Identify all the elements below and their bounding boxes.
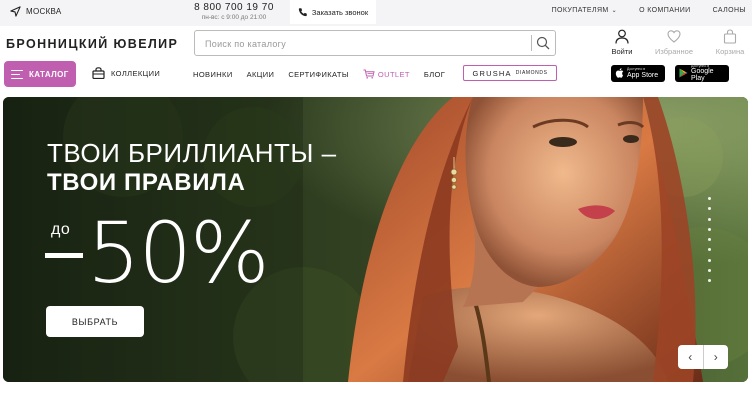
search-input[interactable] [205,37,525,51]
slider-prev-button[interactable]: ‹ [678,345,703,369]
hero-select-button[interactable]: ВЫБРАТЬ [46,306,144,337]
top-nav-customers[interactable]: ПОКУПАТЕЛЯМ ⌄ [552,7,618,14]
outlet-label: OUTLET [377,69,410,79]
google-play-icon [679,68,688,80]
favorites-button[interactable]: Избранное [652,29,696,56]
slider-pagination [708,197,711,283]
menu-icon [11,69,23,79]
app-store-badge[interactable]: Доступно в App Store [611,65,665,82]
slider-dot[interactable] [708,269,711,273]
site-logo[interactable]: БРОННИЦКИЙ ЮВЕЛИР [6,37,178,51]
bag-icon [92,67,105,79]
chevron-down-icon: ⌄ [611,8,618,14]
nav-outlet[interactable]: OUTLET [363,69,410,79]
search-icon[interactable] [536,36,550,50]
search-bar [194,30,556,56]
working-hours: пн-вс: с 9:00 до 21:00 [201,14,267,21]
grusha-diamonds-link[interactable]: GRUSHA DIAMONDS [463,65,557,81]
catalog-button[interactable]: КАТАЛОГ [4,61,76,87]
nav-new[interactable]: НОВИНКИ [193,70,233,79]
grusha-label: GRUSHA [472,68,512,78]
top-bar: МОСКВА 8 800 700 19 70 пн-вс: с 9:00 до … [0,0,752,26]
user-icon [615,29,629,44]
slider-dot[interactable] [708,207,711,211]
collections-link[interactable]: КОЛЛЕКЦИИ [92,67,160,79]
slider-dot[interactable] [708,217,711,221]
collections-label: КОЛЛЕКЦИИ [111,68,161,78]
hero-headline-line2: ТВОИ ПРАВИЛА [47,169,246,196]
slider-next-button[interactable]: › [702,345,729,369]
app-store-label: App Store [627,71,659,79]
nav-blog[interactable]: БЛОГ [424,70,445,79]
login-button[interactable]: Войти [600,29,644,56]
top-nav: ПОКУПАТЕЛЯМ ⌄ О КОМПАНИИ САЛОНЫ [552,7,746,14]
hero-discount: 50% [45,204,270,302]
main-nav: НОВИНКИ АКЦИИ СЕРТИФИКАТЫ OUTLET БЛОГ [193,69,459,79]
hero-headline-line1: ТВОИ БРИЛЛИАНТЫ – [47,138,337,168]
nav-promo[interactable]: АКЦИИ [247,70,275,79]
phone-block[interactable]: 8 800 700 19 70 пн-вс: с 9:00 до 21:00 [190,2,278,22]
slider-dot[interactable] [708,258,711,262]
grusha-sub-label: DIAMONDS [515,70,548,76]
location-arrow-icon [10,6,21,17]
slider-arrows: ‹ › [678,345,728,369]
apple-icon [615,67,624,80]
callback-label: Заказать звонок [311,7,369,17]
search-divider [531,35,532,51]
callback-button[interactable]: Заказать звонок [290,0,376,24]
login-label: Войти [611,47,633,56]
favorites-label: Избранное [654,47,693,56]
slider-dot[interactable] [708,238,711,242]
google-play-badge[interactable]: Доступно в Google Play [675,64,729,83]
top-nav-customers-label: ПОКУПАТЕЛЯМ [551,7,609,14]
slider-dot[interactable] [708,197,711,200]
slider-dot[interactable] [708,227,711,231]
slider-dot[interactable] [708,279,711,283]
cart-icon [363,69,375,79]
nav-certificates[interactable]: СЕРТИФИКАТЫ [288,70,349,79]
cart-label: Корзина [715,47,745,56]
minus-sign [45,252,83,258]
cart-button[interactable]: Корзина [708,29,752,56]
phone-icon [298,8,307,17]
top-nav-salons[interactable]: САЛОНЫ [713,7,746,14]
city-selector[interactable]: МОСКВА [10,6,62,17]
catalog-label: КАТАЛОГ [29,69,69,79]
phone-number[interactable]: 8 800 700 19 70 [190,2,278,14]
city-label: МОСКВА [26,7,62,16]
top-nav-about[interactable]: О КОМПАНИИ [639,7,690,14]
shopping-bag-icon [723,29,737,44]
hero-discount-value: 50% [87,204,270,302]
google-play-label: Google Play [691,68,714,83]
hero-banner[interactable]: ТВОИ БРИЛЛИАНТЫ – ТВОИ ПРАВИЛА до 50% ВЫ… [3,97,748,382]
heart-icon [667,30,681,43]
slider-dot[interactable] [708,248,711,252]
